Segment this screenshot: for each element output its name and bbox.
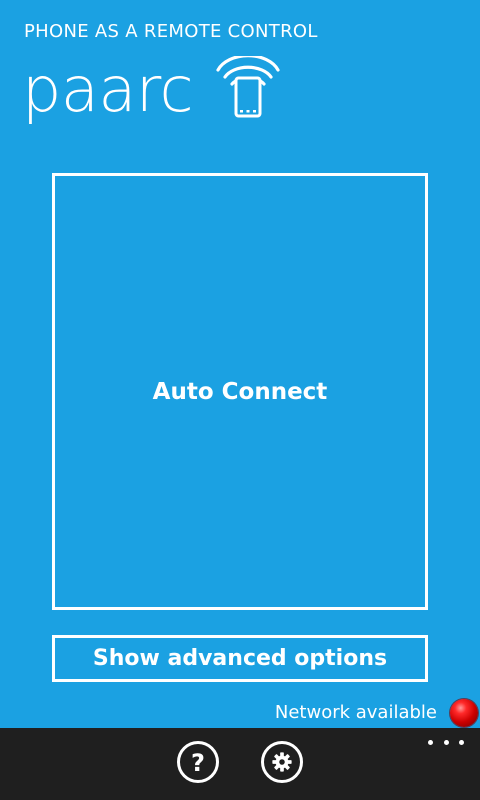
help-button[interactable]: ?: [177, 741, 219, 783]
app-title: paarc: [22, 53, 194, 126]
show-advanced-options-button[interactable]: Show advanced options: [52, 635, 428, 682]
ellipsis-dot: [443, 739, 449, 745]
app-bar: ?: [0, 728, 480, 800]
help-icon: ?: [191, 748, 205, 777]
ellipsis-dot: [428, 739, 433, 745]
network-status-indicator-icon: [450, 699, 478, 727]
phone-signal-icon: [216, 56, 280, 118]
auto-connect-button[interactable]: Auto Connect: [52, 173, 428, 610]
settings-button[interactable]: [261, 741, 303, 783]
more-options-ellipsis-icon[interactable]: [428, 736, 464, 748]
main-screen: PHONE AS A REMOTE CONTROL paarc Auto Con…: [0, 0, 480, 800]
app-subtitle: PHONE AS A REMOTE CONTROL: [24, 21, 318, 42]
auto-connect-label: Auto Connect: [152, 379, 328, 405]
show-advanced-options-label: Show advanced options: [92, 646, 388, 671]
network-status-text: Network available: [274, 702, 437, 723]
ellipsis-dot: [459, 739, 464, 745]
gear-icon: [272, 752, 292, 772]
